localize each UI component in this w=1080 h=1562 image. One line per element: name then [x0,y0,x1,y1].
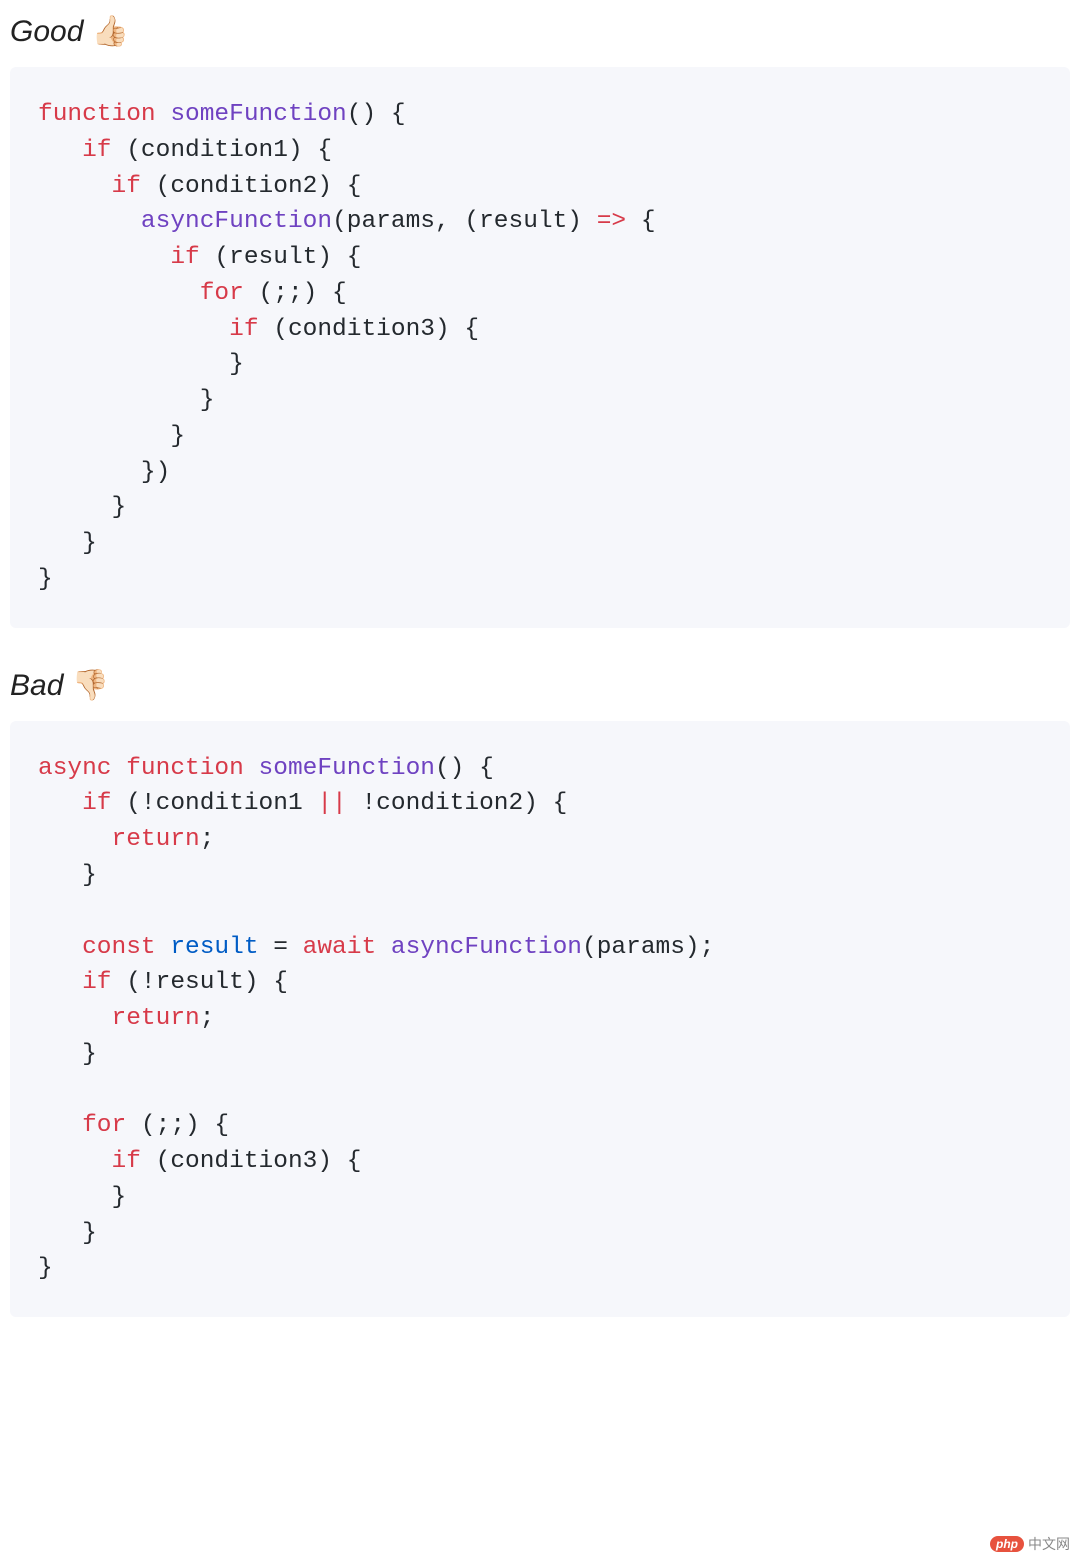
code-token [38,1220,82,1247]
code-token: } [82,862,97,889]
code-token [38,1041,82,1068]
code-token: => [597,208,626,235]
code-token [376,934,391,961]
code-token: asyncFunction [141,208,332,235]
code-token: } [170,423,185,450]
code-token: if [229,316,258,343]
code-token: const [82,934,156,961]
php-logo-icon: php [990,1536,1024,1552]
code-token [38,208,141,235]
code-token: || [317,790,346,817]
code-token [38,826,112,853]
code-token: } [200,387,215,414]
code-token: someFunction [259,755,435,782]
code-token [38,316,229,343]
bad-code-block: async function someFunction() { if (!con… [10,721,1070,1317]
code-token: someFunction [170,101,346,128]
code-token [38,423,170,450]
code-token: ; [200,1005,215,1032]
code-token [38,494,112,521]
code-token: { [626,208,655,235]
code-token: }) [141,459,170,486]
code-token: if [170,244,199,271]
code-token [38,1148,112,1175]
code-token: return [112,1005,200,1032]
code-token: () { [347,101,406,128]
code-token: } [112,494,127,521]
code-token: asyncFunction [391,934,582,961]
code-token [38,1112,82,1139]
code-token: (condition3) { [259,316,480,343]
code-token: (params, (result) [332,208,597,235]
code-token: } [38,566,53,593]
good-label: Good [10,15,83,48]
code-token: await [303,934,377,961]
code-token [38,459,141,486]
code-token: for [82,1112,126,1139]
code-token: (condition1) { [112,137,333,164]
code-token [38,244,170,271]
code-token: return [112,826,200,853]
code-token [38,173,112,200]
code-token [38,387,200,414]
watermark-text: 中文网 [1028,1534,1070,1554]
code-token: = [259,934,303,961]
code-token: } [38,1255,53,1282]
code-token: } [82,530,97,557]
code-token: if [112,1148,141,1175]
bad-label: Bad [10,669,63,702]
code-token: (result) { [200,244,362,271]
code-token [38,1184,112,1211]
code-token [38,1005,112,1032]
code-token: if [82,137,111,164]
code-token: if [82,969,111,996]
bad-heading: Bad 👎🏻 [10,668,1070,703]
code-token: function [38,101,156,128]
code-token: async [38,755,112,782]
good-code-block: function someFunction() { if (condition1… [10,67,1070,628]
code-token: () { [435,755,494,782]
code-token: ; [200,826,215,853]
code-token [38,969,82,996]
code-token: } [112,1184,127,1211]
code-token: result [170,934,258,961]
code-token [38,862,82,889]
code-token: } [229,351,244,378]
code-token: (!result) { [112,969,288,996]
thumbs-down-icon: 👎🏻 [72,669,109,702]
code-token: function [126,755,244,782]
code-token: (;;) { [126,1112,229,1139]
code-token [38,280,200,307]
code-token: } [82,1041,97,1068]
code-token [38,934,82,961]
good-heading: Good 👍🏻 [10,14,1070,49]
thumbs-up-icon: 👍🏻 [92,15,129,48]
code-token: (!condition1 [112,790,318,817]
code-token: for [200,280,244,307]
code-token [38,137,82,164]
code-token: if [112,173,141,200]
code-token [38,790,82,817]
code-token [38,351,229,378]
code-token: !condition2) { [347,790,568,817]
watermark: php 中文网 [990,1534,1070,1554]
code-token: (condition3) { [141,1148,362,1175]
code-token: if [82,790,111,817]
code-token: (params); [582,934,714,961]
code-token: (condition2) { [141,173,362,200]
code-token [38,530,82,557]
code-token: } [82,1220,97,1247]
code-token: (;;) { [244,280,347,307]
